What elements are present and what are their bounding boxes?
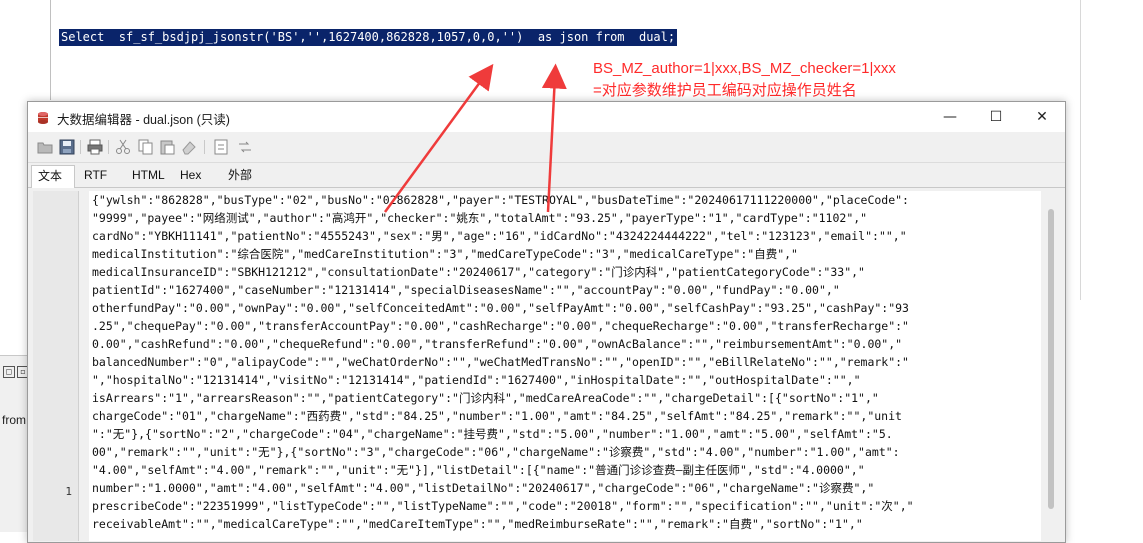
paste-icon[interactable]	[158, 138, 176, 156]
tab-html[interactable]: HTML	[126, 165, 176, 186]
toolbar	[28, 132, 1065, 163]
json-line: number":"1.0000","amt":"4.00","selfAmt":…	[92, 481, 875, 495]
scrollbar-thumb[interactable]	[1048, 209, 1054, 509]
json-line: "9999","payee":"网络测试","author":"高鸿开","ch…	[92, 211, 868, 225]
toolbar-separator	[108, 140, 109, 154]
open-icon[interactable]	[36, 138, 54, 156]
restore-icon[interactable]: ◻	[3, 366, 15, 378]
tab-external[interactable]: 外部	[222, 165, 268, 186]
json-line: "4.00","selfAmt":"4.00","remark":"","uni…	[92, 463, 865, 477]
json-line: .25","chequePay":"0.00","transferAccount…	[92, 319, 909, 333]
toolbar-separator	[204, 140, 205, 154]
app-database-icon	[36, 110, 50, 124]
close-button[interactable]: ✕	[1019, 102, 1065, 132]
window-title: 大数据编辑器 - dual.json (只读)	[57, 113, 230, 127]
annotation-line-1: BS_MZ_author=1|xxx,BS_MZ_checker=1|xxx	[593, 60, 896, 77]
content-area: 1 {"ywlsh":"862828","busType":"02","busN…	[28, 188, 1065, 542]
title-bar[interactable]: 大数据编辑器 - dual.json (只读) — ☐ ✕	[28, 102, 1065, 132]
maximize-button[interactable]: ☐	[973, 102, 1019, 132]
convert-icon[interactable]	[212, 138, 230, 156]
json-line: cardNo":"YBKH11141","patientNo":"4555243…	[92, 229, 907, 243]
toolbar-separator	[80, 140, 81, 154]
json-line: {"ywlsh":"862828","busType":"02","busNo"…	[92, 193, 909, 207]
right-panel	[1080, 0, 1143, 300]
json-text-area[interactable]: {"ywlsh":"862828","busType":"02","busNo"…	[89, 191, 1041, 541]
annotation-line-2: =对应参数维护员工编码对应操作员姓名	[593, 82, 857, 99]
eraser-icon[interactable]	[180, 138, 198, 156]
save-icon[interactable]	[58, 138, 76, 156]
minimize-button[interactable]: —	[927, 102, 973, 132]
json-line: receivableAmt":"","medicalCareType":"","…	[92, 517, 863, 531]
tab-hex[interactable]: Hex	[174, 165, 220, 186]
json-line: prescribeCode":"22351999","listTypeCode"…	[92, 499, 914, 513]
copy-icon[interactable]	[136, 138, 154, 156]
json-line: 00","remark":"","unit":"无"},{"sortNo":"3…	[92, 445, 900, 459]
big-data-editor-window: 大数据编辑器 - dual.json (只读) — ☐ ✕ 文本 RTF HTM…	[27, 101, 1066, 543]
json-line: otherfundPay":"0.00","ownPay":"0.00","se…	[92, 301, 909, 315]
sql-query-selected[interactable]: Select sf_sf_bsdjpj_jsonstr('BS','',1627…	[59, 29, 678, 46]
cut-icon[interactable]	[114, 138, 132, 156]
json-line: patientId":"1627400","caseNumber":"12131…	[92, 283, 840, 297]
json-line: medicalInstitution":"综合医院","medCareInsti…	[92, 247, 798, 261]
stub-sql-text: from	[2, 413, 26, 427]
line-number-gutter: 1	[33, 191, 79, 541]
editor-gutter-border	[50, 0, 51, 100]
line-number: 1	[65, 485, 72, 498]
json-line: isArrears":"1","arrearsReason":"","patie…	[92, 391, 879, 405]
annotation-note: BS_MZ_author=1|xxx,BS_MZ_checker=1|xxx =…	[593, 58, 896, 102]
vertical-scrollbar[interactable]	[1044, 191, 1058, 541]
json-line: 0.00","cashRefund":"0.00","chequeRefund"…	[92, 337, 903, 351]
compare-icon[interactable]	[236, 138, 254, 156]
tab-text[interactable]: 文本	[31, 165, 75, 188]
json-line: ":"无"},{"sortNo":"2","chargeCode":"04","…	[92, 427, 893, 441]
json-line: balancedNumber":"0","alipayCode":"","weC…	[92, 355, 909, 369]
json-line: medicalInsuranceID":"SBKH121212","consul…	[92, 265, 865, 279]
print-icon[interactable]	[86, 138, 104, 156]
json-line: chargeCode":"01","chargeName":"西药费","std…	[92, 409, 902, 423]
json-line: ","hospitalNo":"12131414","visitNo":"121…	[92, 373, 861, 387]
tab-bar: 文本 RTF HTML Hex 外部	[28, 163, 1065, 188]
tab-rtf[interactable]: RTF	[78, 165, 124, 186]
